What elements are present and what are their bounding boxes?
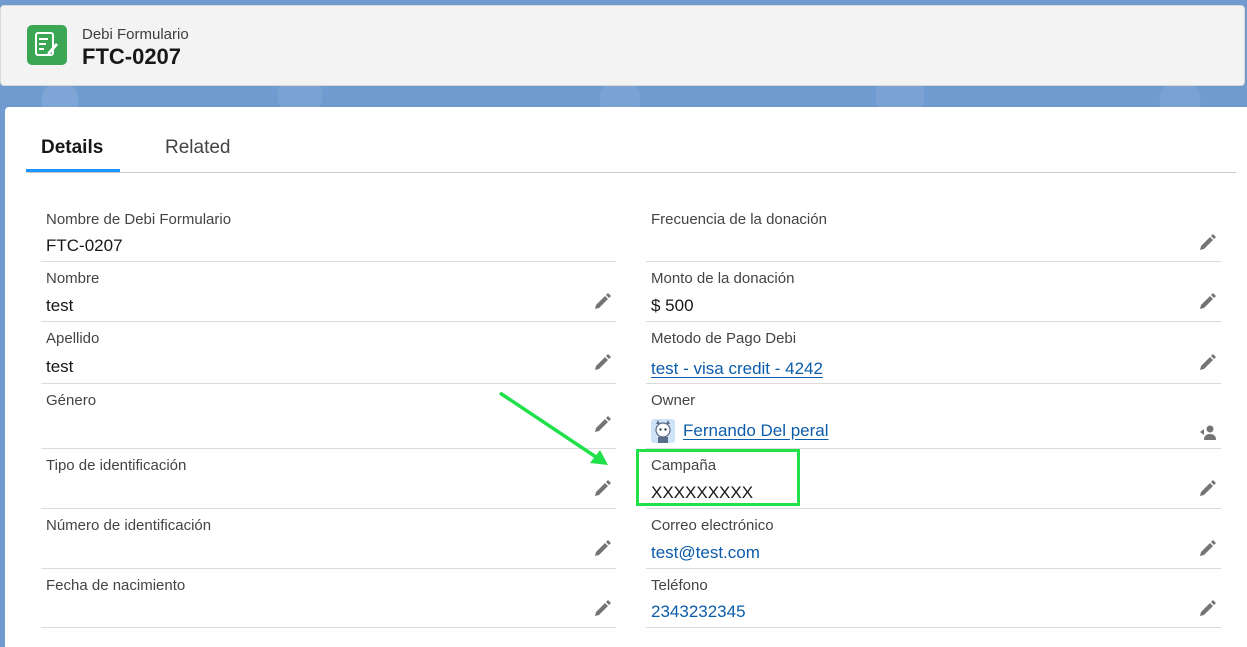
pencil-icon[interactable] (1199, 233, 1217, 251)
field-correo: Correo electrónico test@test.com (646, 511, 1221, 569)
phone-link[interactable]: 2343232345 (651, 602, 746, 622)
form-icon (27, 25, 67, 65)
record-title: FTC-0207 (82, 44, 182, 69)
pencil-icon[interactable] (594, 353, 612, 371)
field-nombre-debi-formulario: Nombre de Debi Formulario FTC-0207 (41, 205, 616, 262)
owner-link[interactable]: Fernando Del peral (683, 421, 829, 441)
field-owner: Owner Fernando Del peral (646, 386, 1221, 449)
field-label: Metodo de Pago Debi (651, 330, 797, 347)
field-campana: Campaña XXXXXXXXX (646, 451, 1221, 509)
field-apellido: Apellido test (41, 324, 616, 384)
field-label: Owner (651, 392, 696, 409)
field-label: Correo electrónico (651, 517, 774, 534)
field-value: FTC-0207 (46, 236, 123, 255)
field-value: test (46, 296, 74, 315)
field-value: $ 500 (651, 296, 694, 315)
field-nombre: Nombre test (41, 264, 616, 322)
pencil-icon[interactable] (594, 479, 612, 497)
pencil-icon[interactable] (594, 599, 612, 617)
tab-details[interactable]: Details (26, 137, 120, 172)
payment-method-link[interactable]: test - visa credit - 4242 (651, 359, 823, 379)
field-label: Género (46, 392, 97, 409)
field-label: Nombre (46, 270, 100, 287)
field-label: Tipo de identificación (46, 457, 187, 474)
object-type-label: Debi Formulario (82, 26, 189, 43)
annotation-arrow-icon (499, 391, 608, 465)
field-telefono: Teléfono 2343232345 (646, 571, 1221, 628)
email-link[interactable]: test@test.com (651, 543, 760, 563)
field-value: test (46, 357, 74, 376)
field-monto-donacion: Monto de la donación $ 500 (646, 264, 1221, 322)
pencil-icon[interactable] (1199, 539, 1217, 557)
pencil-icon[interactable] (594, 292, 612, 310)
avatar (651, 419, 675, 443)
field-label: Monto de la donación (651, 270, 795, 287)
pencil-icon[interactable] (1199, 292, 1217, 310)
field-label: Campaña (651, 457, 717, 474)
pencil-icon[interactable] (594, 539, 612, 557)
field-label: Número de identificación (46, 517, 212, 534)
pencil-icon[interactable] (1199, 479, 1217, 497)
field-label: Apellido (46, 330, 100, 347)
pencil-icon[interactable] (1199, 599, 1217, 617)
field-label: Fecha de nacimiento (46, 577, 186, 594)
field-frecuencia-donacion: Frecuencia de la donación (646, 205, 1221, 262)
field-metodo-pago: Metodo de Pago Debi test - visa credit -… (646, 324, 1221, 384)
tab-related[interactable]: Related (150, 137, 246, 172)
field-label: Nombre de Debi Formulario (46, 211, 232, 228)
tab-bar: Details Related (26, 107, 1236, 173)
change-owner-icon[interactable] (1199, 423, 1217, 441)
field-value: XXXXXXXXX (651, 483, 754, 502)
field-fecha-nacimiento: Fecha de nacimiento (41, 571, 616, 628)
pencil-icon[interactable] (1199, 353, 1217, 371)
record-header: Debi Formulario FTC-0207 (0, 5, 1245, 86)
field-label: Teléfono (651, 577, 708, 594)
field-numero-identificacion: Número de identificación (41, 511, 616, 569)
field-label: Frecuencia de la donación (651, 211, 827, 228)
